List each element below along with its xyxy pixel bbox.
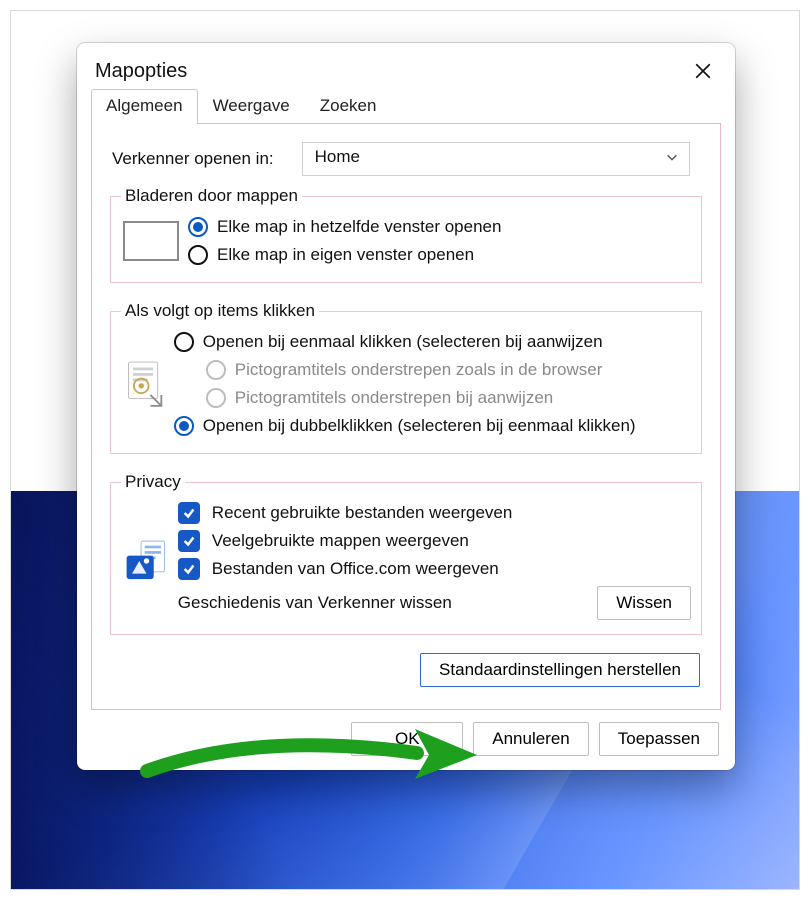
ok-button[interactable]: OK: [351, 722, 463, 756]
open-in-select[interactable]: Home: [302, 142, 690, 176]
screenshot-frame: Mapopties Algemeen Weergave Zoeken Verke…: [10, 10, 800, 890]
clear-history-label: Geschiedenis van Verkenner wissen: [178, 593, 452, 613]
radio-underline-point-label: Pictogramtitels onderstrepen bij aanwijz…: [235, 388, 553, 408]
radio-single-click[interactable]: [173, 331, 195, 353]
restore-defaults-button[interactable]: Standaardinstellingen herstellen: [420, 653, 700, 687]
cancel-button[interactable]: Annuleren: [473, 722, 589, 756]
radio-underline-browser: [205, 359, 227, 381]
apply-button[interactable]: Toepassen: [599, 722, 719, 756]
clear-history-button-label: Wissen: [616, 593, 672, 612]
tab-general[interactable]: Algemeen: [91, 89, 198, 124]
restore-defaults-button-label: Standaardinstellingen herstellen: [439, 660, 681, 679]
checkbox-frequent-folders[interactable]: [178, 530, 200, 552]
open-in-value: Home: [315, 147, 360, 166]
apply-button-label: Toepassen: [618, 729, 700, 748]
folder-options-dialog: Mapopties Algemeen Weergave Zoeken Verke…: [77, 43, 735, 770]
radio-same-window[interactable]: [187, 216, 209, 238]
ok-button-label: OK: [395, 729, 420, 748]
privacy-icon: [123, 533, 172, 589]
chevron-down-icon: [665, 149, 679, 169]
window-icon: [123, 221, 179, 261]
radio-single-click-label: Openen bij eenmaal klikken (selecteren b…: [203, 332, 603, 352]
tab-search[interactable]: Zoeken: [305, 89, 392, 124]
radio-double-click[interactable]: [173, 415, 195, 437]
group-browse-folders: Bladeren door mappen Elke map in hetzelf…: [110, 186, 702, 283]
checkbox-office-files-label: Bestanden van Office.com weergeven: [212, 559, 499, 579]
radio-own-window-label: Elke map in eigen venster openen: [217, 245, 474, 265]
tab-view-label: Weergave: [213, 96, 290, 115]
tabstrip: Algemeen Weergave Zoeken: [77, 89, 735, 124]
tab-search-label: Zoeken: [320, 96, 377, 115]
radio-double-click-label: Openen bij dubbelklikken (selecteren bij…: [203, 416, 636, 436]
radio-own-window[interactable]: [187, 244, 209, 266]
radio-underline-point: [205, 387, 227, 409]
radio-underline-browser-label: Pictogramtitels onderstrepen zoals in de…: [235, 360, 603, 380]
group-browse-legend: Bladeren door mappen: [121, 186, 302, 206]
group-click-legend: Als volgt op items klikken: [121, 301, 319, 321]
checkbox-recent-files-label: Recent gebruikte bestanden weergeven: [212, 503, 513, 523]
group-privacy: Privacy: [110, 472, 702, 635]
titlebar: Mapopties: [77, 43, 735, 89]
tab-panel-general: Verkenner openen in: Home Bladeren door …: [91, 124, 721, 710]
clear-history-button[interactable]: Wissen: [597, 586, 691, 620]
checkbox-recent-files[interactable]: [178, 502, 200, 524]
cancel-button-label: Annuleren: [492, 729, 570, 748]
dialog-title: Mapopties: [95, 60, 187, 83]
dialog-footer: OK Annuleren Toepassen: [77, 722, 735, 756]
checkbox-frequent-folders-label: Veelgebruikte mappen weergeven: [212, 531, 469, 551]
single-click-icon: [123, 356, 167, 412]
group-privacy-legend: Privacy: [121, 472, 185, 492]
group-click-items: Als volgt op items klikken: [110, 301, 702, 454]
open-in-label: Verkenner openen in:: [112, 149, 274, 169]
tab-view[interactable]: Weergave: [198, 89, 305, 124]
radio-same-window-label: Elke map in hetzelfde venster openen: [217, 217, 501, 237]
close-icon[interactable]: [689, 57, 717, 85]
checkbox-office-files[interactable]: [178, 558, 200, 580]
tab-general-label: Algemeen: [106, 96, 183, 115]
